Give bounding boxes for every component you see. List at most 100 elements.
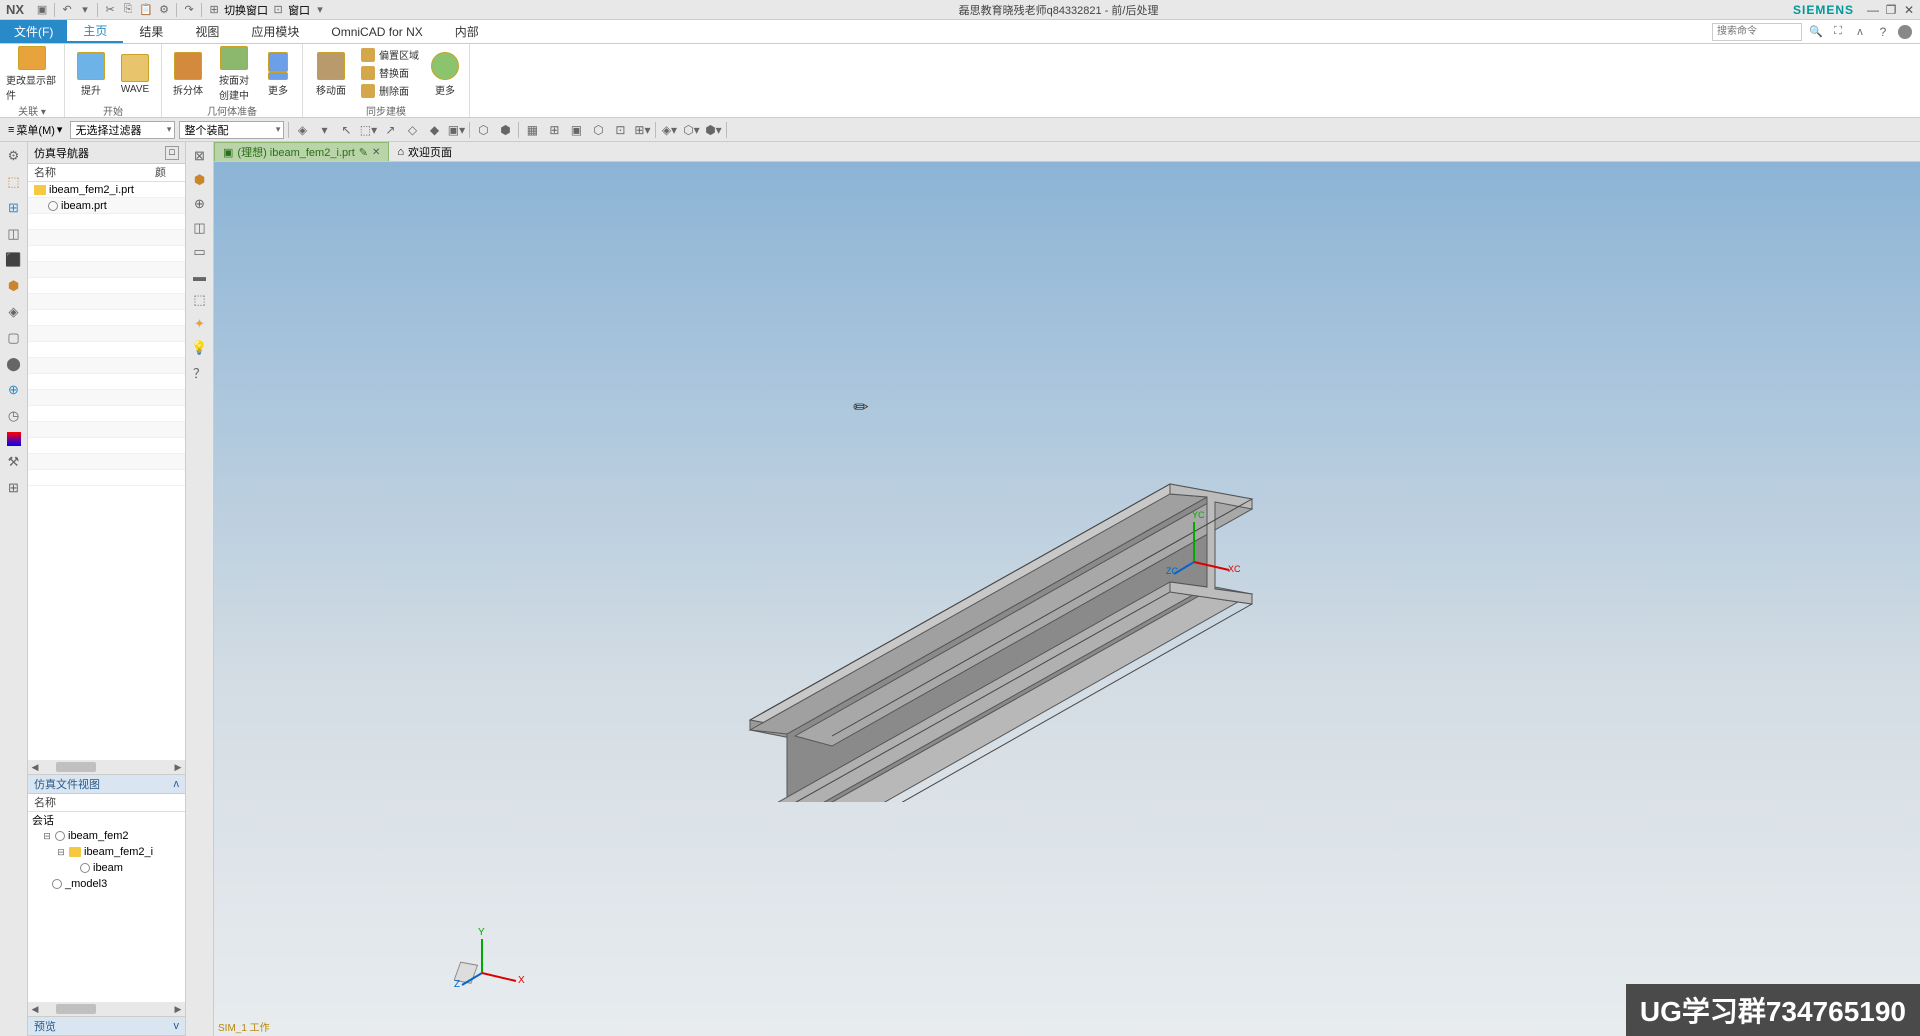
file-view-header[interactable]: 仿真文件视图 ʌ bbox=[28, 774, 185, 794]
color-icon[interactable] bbox=[7, 432, 21, 446]
tree-icon[interactable]: ⊞ bbox=[4, 198, 24, 218]
box-icon[interactable]: ▢ bbox=[4, 328, 24, 348]
box-icon[interactable]: ⬢ bbox=[190, 170, 210, 190]
promote-button[interactable]: 提升 bbox=[71, 46, 111, 102]
rect-icon[interactable]: ▭ bbox=[190, 242, 210, 262]
scroll-right[interactable]: ▶ bbox=[171, 1004, 185, 1015]
part-icon[interactable]: ◫ bbox=[4, 224, 24, 244]
scroll-left[interactable]: ◀ bbox=[28, 762, 42, 773]
tree-row[interactable]: ibeam_fem2_i.prt bbox=[28, 182, 185, 198]
tool-icon-13[interactable]: ▣ bbox=[567, 121, 585, 139]
offset-region-button[interactable]: 偏置区域 bbox=[357, 46, 423, 63]
ibeam-model[interactable] bbox=[214, 162, 1484, 802]
more-button-1[interactable]: 更多 bbox=[260, 46, 296, 102]
tool-icon-6[interactable]: ◇ bbox=[403, 121, 421, 139]
tool-icon-19[interactable]: ⬢▾ bbox=[704, 121, 722, 139]
collapse-icon[interactable]: ʌ bbox=[1852, 24, 1868, 40]
gear-icon[interactable]: ⚙ bbox=[4, 146, 24, 166]
tool-icon-15[interactable]: ⊡ bbox=[611, 121, 629, 139]
tool-icon-17[interactable]: ◈▾ bbox=[660, 121, 678, 139]
scroll-right[interactable]: ▶ bbox=[171, 762, 185, 773]
tool-icon-12[interactable]: ⊞ bbox=[545, 121, 563, 139]
tool-icon-11[interactable]: ▦ bbox=[523, 121, 541, 139]
scroll-thumb[interactable] bbox=[56, 762, 96, 772]
switch-window-label[interactable]: 切换窗口 bbox=[224, 2, 268, 18]
file-row[interactable]: ⊟ ibeam_fem2 bbox=[28, 828, 185, 844]
dashed-icon[interactable]: ⬚ bbox=[190, 290, 210, 310]
welcome-tab[interactable]: ⌂ 欢迎页面 bbox=[389, 142, 460, 161]
bulb-icon[interactable]: 💡 bbox=[190, 338, 210, 358]
3d-viewport[interactable]: ✎ bbox=[214, 162, 1920, 1036]
tool-icon-5[interactable]: ↗ bbox=[381, 121, 399, 139]
clock-icon[interactable]: ◷ bbox=[4, 406, 24, 426]
cut-icon[interactable]: ✂ bbox=[102, 2, 118, 18]
tool-icon-10[interactable]: ⬢ bbox=[496, 121, 514, 139]
window-list-icon[interactable]: ⊡ bbox=[270, 2, 286, 18]
paste-icon[interactable]: 📋 bbox=[138, 2, 154, 18]
globe-icon[interactable]: ⊕ bbox=[4, 380, 24, 400]
scroll-left[interactable]: ◀ bbox=[28, 1004, 42, 1015]
close-button[interactable]: ✕ bbox=[1902, 3, 1916, 17]
tool-icon-2[interactable]: ▾ bbox=[315, 121, 333, 139]
session-row[interactable]: 会话 bbox=[28, 812, 185, 828]
file-menu[interactable]: 文件(F) bbox=[0, 20, 67, 43]
tool-icon-18[interactable]: ⬡▾ bbox=[682, 121, 700, 139]
body-icon[interactable]: ⬢ bbox=[4, 276, 24, 296]
expand-icon[interactable]: ⊟ bbox=[42, 831, 52, 842]
tool-icon-4[interactable]: ⬚▾ bbox=[359, 121, 377, 139]
tab-home[interactable]: 主页 bbox=[67, 20, 123, 43]
file-row[interactable]: ibeam bbox=[28, 860, 185, 876]
tool-icon[interactable]: ⚙ bbox=[156, 2, 172, 18]
tool-icon-1[interactable]: ◈ bbox=[293, 121, 311, 139]
tool-icon-16[interactable]: ⊞▾ bbox=[633, 121, 651, 139]
tool-icon-9[interactable]: ⬡ bbox=[474, 121, 492, 139]
tool-icon-7[interactable]: ◆ bbox=[425, 121, 443, 139]
replace-face-button[interactable]: 替换面 bbox=[357, 64, 423, 81]
tab-internal[interactable]: 内部 bbox=[439, 20, 495, 43]
tool-icon[interactable]: ⚒ bbox=[4, 452, 24, 472]
scope-dropdown[interactable]: 整个装配 bbox=[179, 121, 284, 139]
search-input[interactable] bbox=[1712, 23, 1802, 41]
fullscreen-icon[interactable]: ⛶ bbox=[1830, 24, 1846, 40]
move-face-button[interactable]: 移动面 bbox=[309, 46, 353, 102]
active-tab[interactable]: ▣ (理想) ibeam_fem2_i.prt ✎ ✕ bbox=[214, 142, 389, 161]
tool-icon-14[interactable]: ⬡ bbox=[589, 121, 607, 139]
selection-filter-dropdown[interactable]: 无选择过滤器 bbox=[70, 121, 175, 139]
undo-icon[interactable]: ↶ bbox=[59, 2, 75, 18]
dropdown-icon[interactable]: ▾ bbox=[312, 2, 328, 18]
minimize-button[interactable]: — bbox=[1866, 3, 1880, 17]
restore-button[interactable]: ❐ bbox=[1884, 3, 1898, 17]
close-tab-icon[interactable]: ✕ bbox=[372, 147, 380, 158]
expand-icon[interactable]: ⊟ bbox=[56, 847, 66, 858]
help-icon[interactable]: ？ bbox=[190, 362, 210, 382]
save-icon[interactable]: ▣ bbox=[34, 2, 50, 18]
dock-button[interactable]: □ bbox=[165, 146, 179, 160]
cube-icon[interactable]: ⬛ bbox=[4, 250, 24, 270]
search-icon[interactable]: 🔍 bbox=[1808, 24, 1824, 40]
tab-app[interactable]: 应用模块 bbox=[235, 20, 315, 43]
mesh-icon[interactable]: ◈ bbox=[4, 302, 24, 322]
change-display-part-button[interactable]: 更改显示部件 bbox=[6, 46, 58, 102]
grid-icon[interactable]: ⊞ bbox=[4, 478, 24, 498]
nav-icon[interactable]: ⬚ bbox=[4, 172, 24, 192]
preview-header[interactable]: 预览 v bbox=[28, 1016, 185, 1036]
panel-icon[interactable]: ▬ bbox=[190, 266, 210, 286]
redo-icon[interactable]: ↷ bbox=[181, 2, 197, 18]
file-row[interactable]: _model3 bbox=[28, 876, 185, 892]
window-icon[interactable]: ⊞ bbox=[206, 2, 222, 18]
star-icon[interactable]: ✦ bbox=[190, 314, 210, 334]
help-icon[interactable]: ? bbox=[1874, 23, 1892, 41]
sphere-icon[interactable]: ⬤ bbox=[4, 354, 24, 374]
tree-row[interactable]: ibeam.prt bbox=[28, 198, 185, 214]
tool-icon-3[interactable]: ↖ bbox=[337, 121, 355, 139]
add-icon[interactable]: ⊕ bbox=[190, 194, 210, 214]
tab-view[interactable]: 视图 bbox=[179, 20, 235, 43]
delete-face-button[interactable]: 删除面 bbox=[357, 82, 423, 99]
window-label[interactable]: 窗口 bbox=[288, 2, 310, 18]
split-body-button[interactable]: 拆分体 bbox=[168, 46, 208, 102]
wave-button[interactable]: WAVE bbox=[115, 46, 155, 102]
scroll-thumb[interactable] bbox=[56, 1004, 96, 1014]
redo-dropdown-icon[interactable]: ▾ bbox=[77, 2, 93, 18]
menu-button[interactable]: ≡ 菜单(M) ▾ bbox=[4, 122, 66, 138]
tab-results[interactable]: 结果 bbox=[123, 20, 179, 43]
